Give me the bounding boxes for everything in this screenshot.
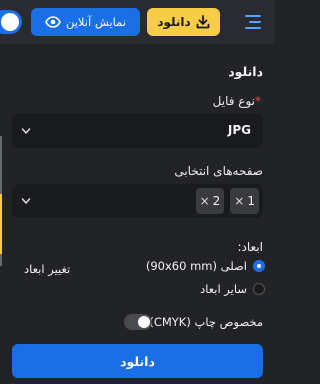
menu-line	[245, 27, 261, 29]
panel-title: دانلود	[228, 64, 263, 79]
pages-label: صفحه‌های انتخابی	[174, 164, 263, 178]
top-toolbar: نمایش آنلاین دانلود	[0, 0, 275, 44]
menu-line	[249, 21, 261, 23]
dimensions-label: ابعاد:	[237, 240, 263, 254]
download-top-button[interactable]: دانلود	[147, 8, 220, 36]
download-icon	[196, 15, 210, 29]
option-original-label: اصلی (90x60 mm)	[145, 259, 247, 273]
download-button[interactable]: دانلود	[12, 344, 263, 378]
online-view-button[interactable]: نمایش آنلاین	[31, 8, 140, 36]
chevron-down-icon	[21, 128, 31, 134]
resize-link[interactable]: تغییر ابعاد	[24, 262, 70, 276]
online-view-label: نمایش آنلاین	[65, 15, 127, 29]
radio-other[interactable]	[253, 283, 265, 295]
radio-original[interactable]	[253, 260, 265, 272]
download-panel: دانلود *نوع فایل JPG صفحه‌های انتخابی 1 …	[0, 44, 275, 384]
theme-toggle[interactable]	[0, 10, 22, 34]
filetype-value: JPG	[227, 123, 251, 137]
filetype-label-text: نوع فایل	[212, 94, 255, 108]
filetype-label: *نوع فایل	[213, 94, 263, 108]
option-original-row[interactable]: اصلی (90x60 mm)	[146, 259, 265, 273]
close-icon[interactable]: ×	[200, 194, 210, 208]
pages-select[interactable]: 1 × 2 ×	[12, 184, 263, 218]
option-other-label: سایر ابعاد	[200, 282, 247, 296]
download-top-label: دانلود	[157, 15, 191, 29]
edge-accent	[0, 194, 2, 254]
page-chip: 1 ×	[230, 188, 259, 214]
eye-icon	[45, 16, 61, 28]
required-mark: *	[255, 94, 261, 108]
toggle-knob	[138, 316, 150, 328]
download-button-label: دانلود	[120, 353, 155, 369]
pages-chips: 1 × 2 ×	[195, 188, 259, 214]
page-chip-label: 1	[247, 194, 255, 208]
filetype-select[interactable]: JPG	[12, 114, 263, 148]
print-cmyk-toggle[interactable]	[124, 314, 152, 330]
chevron-down-icon	[21, 198, 31, 204]
menu-icon[interactable]	[237, 10, 261, 34]
close-icon[interactable]: ×	[234, 194, 244, 208]
page-chip: 2 ×	[195, 188, 225, 214]
menu-line	[245, 15, 261, 17]
print-cmyk-label: مخصوص چاپ (CMYK)	[149, 315, 263, 329]
page-chip-label: 2	[212, 194, 221, 208]
toggle-knob	[1, 13, 19, 31]
option-other-row[interactable]: سایر ابعاد	[200, 282, 265, 296]
